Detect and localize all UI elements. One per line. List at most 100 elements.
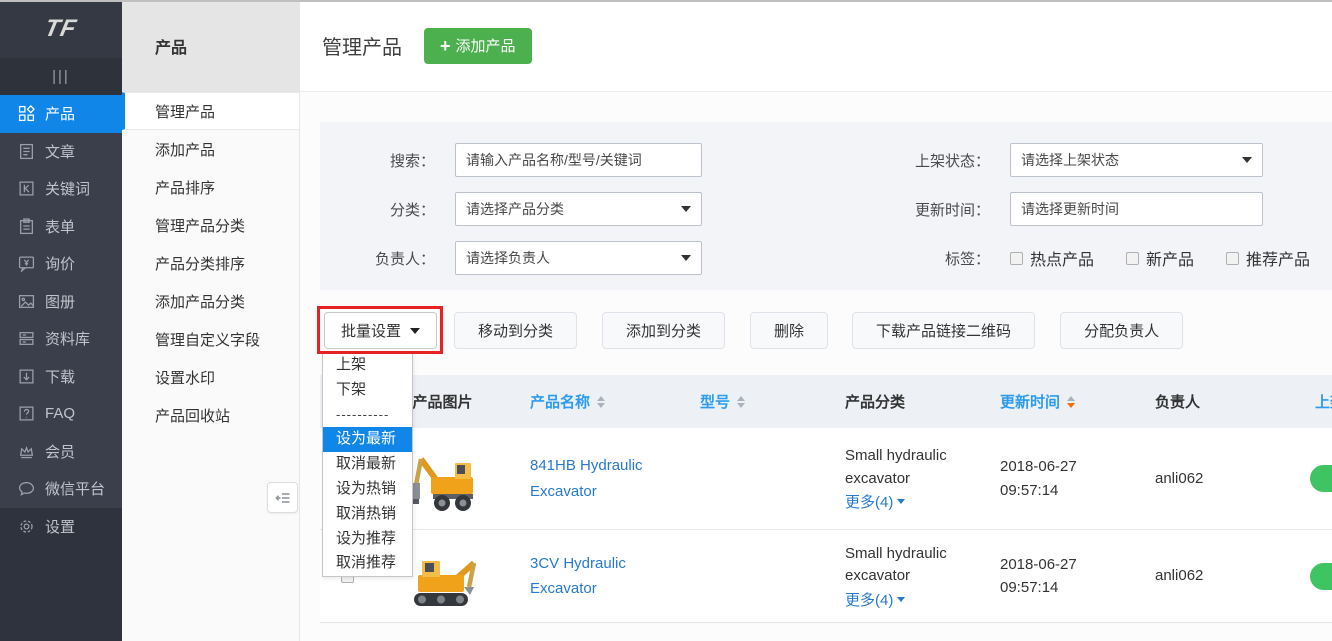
product-name-link[interactable]: 3CV Hydraulic Excavator: [530, 551, 680, 602]
submenu-item-category-sort[interactable]: 产品分类排序: [122, 244, 299, 282]
table-row: 3CV Hydraulic Excavator Small hydraulic …: [320, 530, 1332, 623]
sidebar-bottom-zone: 设置: [0, 508, 122, 641]
header-model-sort[interactable]: 型号: [680, 391, 825, 412]
more-categories-link[interactable]: 更多(4): [845, 589, 905, 610]
updated-time: 2018-06-27 09:57:14: [1000, 455, 1105, 502]
tag-new-products[interactable]: 新产品: [1126, 246, 1194, 270]
menu-item-set-recommended[interactable]: 设为推荐: [323, 527, 412, 552]
chevron-down-icon: [410, 328, 420, 334]
sidebar-item-label: 图册: [45, 291, 75, 312]
checkbox[interactable]: [1226, 252, 1239, 265]
menu-item-set-latest[interactable]: 设为最新: [323, 427, 412, 452]
submenu-item-add-product[interactable]: 添加产品: [122, 130, 299, 168]
sidebar-item-wechat[interactable]: 微信平台: [0, 470, 122, 508]
sidebar-item-articles[interactable]: 文章: [0, 133, 122, 171]
menu-item-unset-hot[interactable]: 取消热销: [323, 502, 412, 527]
chevron-down-icon: [897, 499, 905, 504]
tag-hot-products[interactable]: 热点产品: [1010, 246, 1094, 270]
category-select[interactable]: 请选择产品分类: [455, 192, 702, 226]
submenu-item-add-category[interactable]: 添加产品分类: [122, 282, 299, 320]
checkbox[interactable]: [1010, 252, 1023, 265]
submenu-item-watermark[interactable]: 设置水印: [122, 358, 299, 396]
status-filter-label: 上架状态：: [875, 150, 990, 171]
sidebar-item-settings[interactable]: 设置: [0, 508, 122, 546]
sidebar-item-label: FAQ: [45, 405, 75, 422]
submenu-item-recycle-bin[interactable]: 产品回收站: [122, 396, 299, 434]
assign-owner-button[interactable]: 分配负责人: [1060, 312, 1183, 349]
main-content: 管理产品 + 添加产品 搜索： 上架状态： 请选择上架状态 分类： 请选择产品分…: [300, 0, 1332, 641]
menu-item-set-hot[interactable]: 设为热销: [323, 477, 412, 502]
header-owner: 负责人: [1130, 391, 1290, 412]
search-label: 搜索：: [320, 150, 435, 171]
status-toggle-on[interactable]: [1310, 465, 1332, 492]
move-to-category-button[interactable]: 移动到分类: [454, 312, 577, 349]
product-table: 产品图片 产品名称 型号 产品分类 更新时间 负责人 上架状态: [320, 375, 1332, 623]
sidebar-collapse-handle[interactable]: |||: [0, 58, 122, 95]
sidebar-item-label: 询价: [45, 253, 75, 274]
submenu-item-manage-products[interactable]: 管理产品: [122, 92, 299, 130]
more-categories-link[interactable]: 更多(4): [845, 491, 905, 512]
header-updated-sort[interactable]: 更新时间: [980, 391, 1130, 412]
sidebar-item-keywords[interactable]: 关键词: [0, 170, 122, 208]
sidebar: TF ||| 产品 文章 关键词 表单 询价 图册 资料库 下载 FAQ 会员: [0, 0, 122, 641]
sidebar-item-label: 关键词: [45, 178, 90, 199]
sidebar-item-library[interactable]: 资料库: [0, 320, 122, 358]
submenu-title: 产品: [122, 0, 299, 92]
library-stack-icon: [18, 330, 35, 347]
sidebar-item-downloads[interactable]: 下载: [0, 358, 122, 396]
category-filter-label: 分类：: [320, 199, 435, 220]
category-cell: Small hydraulic excavator 更多(4): [825, 543, 980, 610]
sidebar-item-label: 设置: [45, 516, 75, 537]
bulk-action-toolbar: 批量设置 移动到分类 添加到分类 删除 下载产品链接二维码 分配负责人: [324, 312, 1208, 349]
submenu-collapse-button[interactable]: [267, 482, 298, 513]
gallery-icon: [18, 293, 35, 310]
time-filter-label: 更新时间：: [875, 199, 990, 220]
submenu-item-manage-categories[interactable]: 管理产品分类: [122, 206, 299, 244]
sidebar-item-inquiries[interactable]: 询价: [0, 245, 122, 283]
add-product-button[interactable]: + 添加产品: [424, 28, 532, 64]
menu-separator: ----------: [323, 403, 412, 428]
header-category: 产品分类: [825, 391, 980, 412]
add-to-category-button[interactable]: 添加到分类: [602, 312, 725, 349]
logo-text: TF: [42, 15, 79, 43]
download-qrcode-button[interactable]: 下载产品链接二维码: [852, 312, 1035, 349]
tag-recommended-products[interactable]: 推荐产品: [1226, 246, 1310, 270]
submenu-item-custom-fields[interactable]: 管理自定义字段: [122, 320, 299, 358]
sidebar-item-faq[interactable]: FAQ: [0, 395, 122, 433]
owner-select[interactable]: 请选择负责人: [455, 241, 702, 275]
updated-time: 2018-06-27 09:57:14: [1000, 553, 1105, 600]
sidebar-item-gallery[interactable]: 图册: [0, 283, 122, 321]
status-select[interactable]: 请选择上架状态: [1010, 143, 1263, 177]
article-icon: [18, 143, 35, 160]
menu-item-unset-latest[interactable]: 取消最新: [323, 452, 412, 477]
table-row: 841HB Hydraulic Excavator Small hydrauli…: [320, 428, 1332, 530]
sidebar-item-products[interactable]: 产品: [0, 95, 122, 133]
owner-name: anli062: [1155, 567, 1203, 584]
batch-settings-button[interactable]: 批量设置: [324, 312, 437, 349]
update-time-input[interactable]: [1010, 192, 1263, 226]
header-status-sort[interactable]: 上架状态: [1290, 391, 1332, 412]
sidebar-item-label: 产品: [45, 103, 75, 124]
filter-panel: 搜索： 上架状态： 请选择上架状态 分类： 请选择产品分类 更新时间： 负责人：…: [320, 122, 1332, 290]
table-header-row: 产品图片 产品名称 型号 产品分类 更新时间 负责人 上架状态: [320, 375, 1332, 428]
main-header: 管理产品 + 添加产品: [300, 0, 1332, 92]
delete-button[interactable]: 删除: [750, 312, 828, 349]
menu-item-unset-recommended[interactable]: 取消推荐: [323, 551, 412, 576]
sidebar-item-forms[interactable]: 表单: [0, 208, 122, 246]
menu-item-put-on-shelf[interactable]: 上架: [323, 353, 412, 378]
sidebar-item-label: 资料库: [45, 328, 90, 349]
status-toggle-on[interactable]: [1310, 563, 1332, 590]
chevron-down-icon: [897, 597, 905, 602]
submenu-item-product-sort[interactable]: 产品排序: [122, 168, 299, 206]
sidebar-item-members[interactable]: 会员: [0, 433, 122, 471]
window-top-edge: [0, 0, 1332, 2]
crown-icon: [18, 443, 35, 460]
sidebar-item-label: 微信平台: [45, 478, 105, 499]
grip-icon: |||: [52, 68, 70, 85]
product-name-link[interactable]: 841HB Hydraulic Excavator: [530, 453, 680, 504]
checkbox[interactable]: [1126, 252, 1139, 265]
menu-item-take-off-shelf[interactable]: 下架: [323, 378, 412, 403]
header-name-sort[interactable]: 产品名称: [510, 391, 680, 412]
tag-checkbox-group: 热点产品 新产品 推荐产品: [1010, 246, 1310, 270]
search-input[interactable]: [455, 143, 702, 177]
